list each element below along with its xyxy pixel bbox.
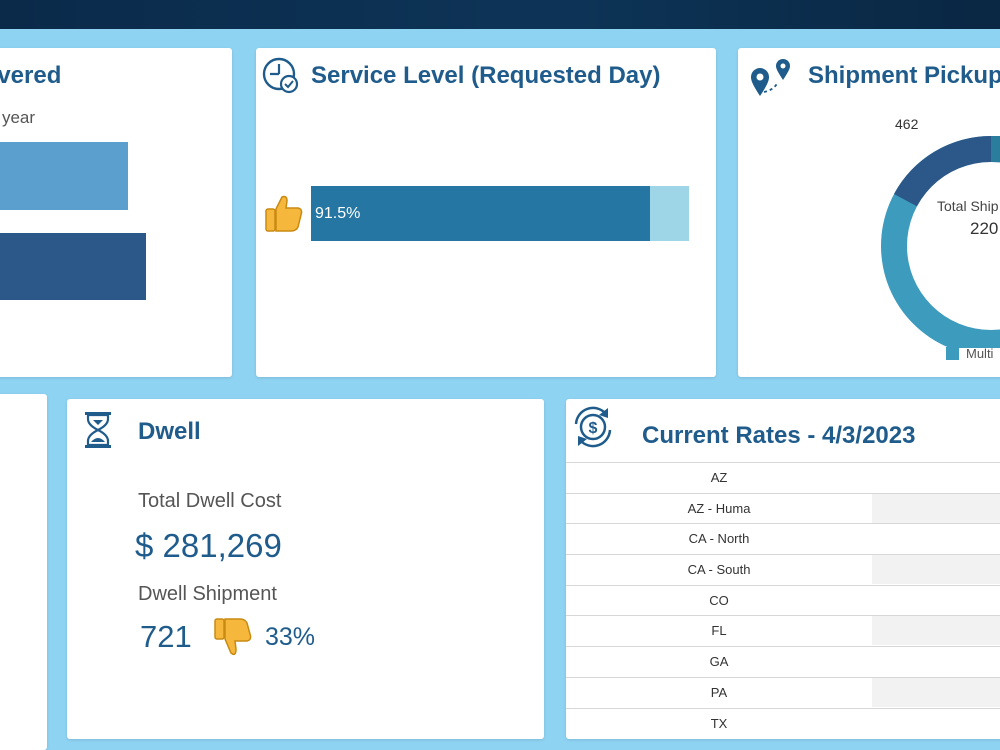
rate-value-cell (872, 586, 1000, 615)
rate-value-cell (872, 555, 1000, 585)
donut-center-label: Total Ship (937, 198, 999, 214)
current-rates-title: Current Rates - 4/3/2023 (642, 422, 916, 449)
rate-value-cell (872, 677, 1000, 707)
table-row: FL (566, 615, 1000, 646)
service-level-bar-fill (311, 186, 650, 241)
rates-table: AZ AZ - Huma CA - North CA - South CO FL GA PA T… (566, 462, 1000, 738)
map-pin-route-icon (748, 58, 794, 105)
delivered-subtitle: st year (0, 108, 36, 127)
rate-state-label: AZ - Huma (687, 500, 751, 516)
rate-state-label: PA (710, 684, 728, 700)
delivered-card: livered st year (0, 48, 232, 377)
rate-state-label: CA - North (688, 531, 750, 547)
donut-center-value: 220 (970, 219, 999, 238)
dwell-title: Dwell (138, 418, 201, 445)
current-rates-card: $ Current Rates - 4/3/2023 AZ AZ - Huma CA… (566, 399, 1000, 739)
rate-state-label: CO (709, 592, 729, 608)
dwell-total-cost-label: Total Dwell Cost (138, 490, 282, 512)
top-banner (0, 0, 1000, 29)
dwell-shipment-value: 721 (140, 619, 192, 654)
pickup-donut-chart (881, 135, 1000, 348)
service-level-bar-track: 91.5% (311, 186, 689, 241)
thumbs-down-icon (212, 615, 254, 666)
svg-text:$: $ (589, 420, 598, 437)
rate-value-cell (872, 463, 1000, 492)
dwell-total-cost-value: $ 281,269 (135, 527, 282, 564)
rate-value-cell (872, 616, 1000, 646)
table-row: AZ (566, 462, 1000, 493)
rate-state-label: AZ (710, 470, 728, 485)
service-level-value: 91.5% (315, 205, 361, 222)
rate-value-cell (872, 709, 1000, 738)
table-row: CA - South (566, 554, 1000, 585)
table-row: AZ - Huma (566, 492, 1000, 524)
dwell-shipment-label: Dwell Shipment (138, 583, 277, 605)
clock-check-icon (262, 57, 300, 100)
delivered-bar-current (0, 233, 146, 300)
rate-state-label: TX (710, 715, 728, 731)
left-partial-card (0, 394, 47, 750)
service-level-title: Service Level (Requested Day) (311, 62, 661, 89)
rate-state-label: CA - South (687, 562, 751, 578)
table-row: PA (566, 676, 1000, 708)
table-row: TX (566, 707, 1000, 739)
rate-state-label: GA (709, 654, 729, 670)
delivered-title: livered (0, 62, 62, 89)
rate-value-cell (872, 647, 1000, 676)
table-row: GA (566, 646, 1000, 677)
rate-state-label: FL (711, 623, 727, 639)
hourglass-icon (83, 411, 113, 454)
rate-value-cell (872, 524, 1000, 553)
dollar-refresh-icon: $ (570, 404, 616, 455)
table-row: CO (566, 584, 1000, 616)
delivered-bar-last-year (0, 142, 128, 210)
dwell-shipment-percent: 33% (265, 623, 316, 651)
dwell-card: Dwell Total Dwell Cost $ 281,269 Dwell S… (67, 399, 544, 739)
shipment-pickup-card: Shipment Pickup 462 Total Ship 220 Multi (738, 48, 1000, 377)
thumbs-up-icon (262, 191, 306, 240)
legend-label: Multi (966, 346, 994, 361)
rate-value-cell (872, 493, 1000, 523)
legend-swatch (946, 347, 959, 360)
table-row: CA - North (566, 523, 1000, 554)
shipment-pickup-title: Shipment Pickup (808, 62, 1000, 89)
service-level-card: Service Level (Requested Day) 91.5% (256, 48, 716, 377)
